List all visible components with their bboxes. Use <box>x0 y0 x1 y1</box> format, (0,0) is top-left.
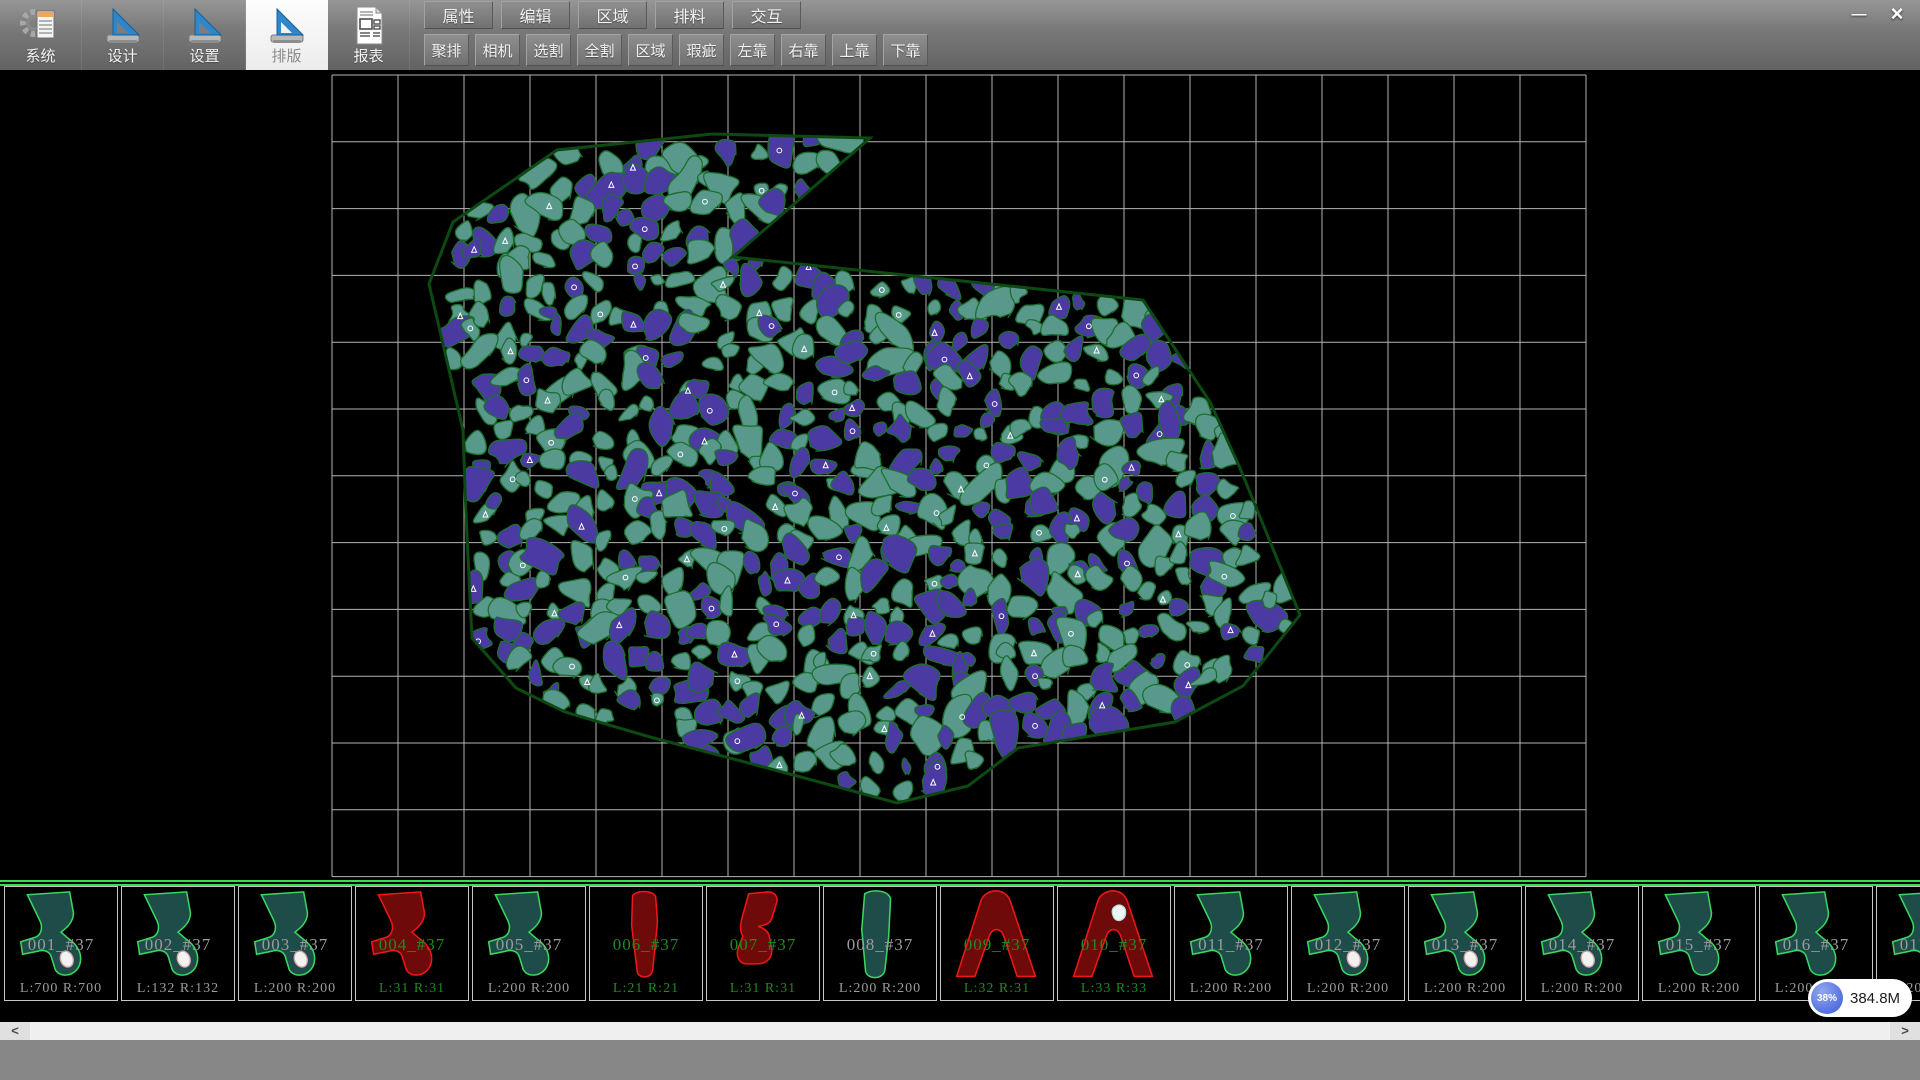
piece-id-label: 016_#37 <box>1760 935 1872 955</box>
close-button[interactable]: × <box>1878 2 1916 26</box>
report-icon <box>347 4 391 48</box>
piece-count-label: L:200 R:200 <box>1175 981 1287 997</box>
settings-icon <box>183 4 227 48</box>
menu-align-top-button[interactable]: 上靠 <box>832 34 877 66</box>
piece-thumbnail[interactable]: 013_#37 L:200 R:200 <box>1408 886 1522 1001</box>
minimize-button[interactable]: — <box>1840 2 1878 26</box>
piece-id-label: 008_#37 <box>824 935 936 955</box>
piece-thumbnail[interactable]: 011_#37 L:200 R:200 <box>1174 886 1288 1001</box>
piece-count-label: L:31 R:31 <box>707 981 819 997</box>
tab-label: 排版 <box>271 48 301 66</box>
memory-label: 384.8M <box>1850 990 1900 1007</box>
piece-count-label: L:200 R:200 <box>1409 981 1521 997</box>
tab-settings[interactable]: 设置 <box>164 0 246 70</box>
menu-region-button[interactable]: 区域 <box>628 34 673 66</box>
piece-count-label: L:132 R:132 <box>122 981 234 997</box>
menu-row-primary: 属性编辑区域排料交互 <box>424 1 934 29</box>
piece-id-label: 011_#37 <box>1175 935 1287 955</box>
thumbnail-row: 001_#37L:700 R:700002_#37L:132 R:132003_… <box>4 886 1920 1003</box>
menu-select-cut-button[interactable]: 选割 <box>526 34 571 66</box>
piece-thumbnail[interactable]: 014_#37 L:200 R:200 <box>1525 886 1639 1001</box>
piece-id-label: 010_#37 <box>1058 935 1170 955</box>
tab-design[interactable]: 设计 <box>82 0 164 70</box>
piece-count-label: L:200 R:200 <box>824 981 936 997</box>
piece-thumbnail[interactable]: 012_#37 L:200 R:200 <box>1291 886 1405 1001</box>
menu-row-tools: 聚排相机选割全割区域瑕疵左靠右靠上靠下靠 <box>424 34 934 66</box>
piece-thumbnail[interactable]: 003_#37 L:200 R:200 <box>238 886 352 1001</box>
piece-thumbnail[interactable]: 007_#37 L:31 R:31 <box>706 886 820 1001</box>
tab-label: 设置 <box>189 48 219 66</box>
piece-id-label: 017_#37 <box>1877 935 1920 955</box>
status-badge: 38% 384.8M <box>1808 979 1912 1017</box>
piece-count-label: L:32 R:31 <box>941 981 1053 997</box>
piece-thumbnail[interactable]: 002_#37 L:132 R:132 <box>121 886 235 1001</box>
menu-align-left-button[interactable]: 左靠 <box>730 34 775 66</box>
tab-label: 设计 <box>107 48 137 66</box>
menu-defect-button[interactable]: 瑕疵 <box>679 34 724 66</box>
piece-count-label: L:700 R:700 <box>5 981 117 997</box>
piece-count-label: L:200 R:200 <box>1643 981 1755 997</box>
piece-id-label: 012_#37 <box>1292 935 1404 955</box>
piece-thumbnail[interactable]: 015_#37 L:200 R:200 <box>1642 886 1756 1001</box>
menu-area: 属性编辑区域排料交互 聚排相机选割全割区域瑕疵左靠右靠上靠下靠 <box>424 0 934 66</box>
menu-align-bottom-button[interactable]: 下靠 <box>883 34 928 66</box>
design-icon <box>101 4 145 48</box>
window-bottom-bar <box>0 1040 1920 1080</box>
horizontal-scrollbar[interactable]: < > <box>0 1022 1920 1040</box>
menu-interact-button[interactable]: 交互 <box>732 1 801 29</box>
piece-thumbnail[interactable]: 005_#37 L:200 R:200 <box>472 886 586 1001</box>
piece-id-label: 007_#37 <box>707 935 819 955</box>
toolbar: 系统设计设置排版报表 属性编辑区域排料交互 聚排相机选割全割区域瑕疵左靠右靠上靠… <box>0 0 1920 70</box>
piece-id-label: 001_#37 <box>5 935 117 955</box>
scroll-left-button[interactable]: < <box>0 1022 30 1040</box>
nesting-canvas[interactable] <box>0 70 1920 880</box>
nesting-icon <box>265 4 309 48</box>
menu-edit-button[interactable]: 编辑 <box>501 1 570 29</box>
menu-camera-button[interactable]: 相机 <box>475 34 520 66</box>
piece-thumbnail[interactable]: 006_#37 L:21 R:21 <box>589 886 703 1001</box>
piece-id-label: 015_#37 <box>1643 935 1755 955</box>
piece-id-label: 004_#37 <box>356 935 468 955</box>
piece-id-label: 013_#37 <box>1409 935 1521 955</box>
piece-count-label: L:31 R:31 <box>356 981 468 997</box>
progress-circle: 38% <box>1811 982 1843 1014</box>
tab-label: 报表 <box>353 48 383 66</box>
menu-properties-button[interactable]: 属性 <box>424 1 493 29</box>
tab-report[interactable]: 报表 <box>328 0 410 70</box>
tab-label: 系统 <box>25 48 55 66</box>
menu-nest-button[interactable]: 排料 <box>655 1 724 29</box>
piece-id-label: 002_#37 <box>122 935 234 955</box>
piece-count-label: L:33 R:33 <box>1058 981 1170 997</box>
piece-thumbnail[interactable]: 010_#37 L:33 R:33 <box>1057 886 1171 1001</box>
scrollbar-track[interactable] <box>30 1022 1890 1040</box>
piece-thumbnail[interactable]: 004_#37 L:31 R:31 <box>355 886 469 1001</box>
window-controls: — × <box>1840 2 1916 26</box>
menu-align-right-button[interactable]: 右靠 <box>781 34 826 66</box>
piece-id-label: 003_#37 <box>239 935 351 955</box>
piece-thumbnail[interactable]: 001_#37 L:700 R:700 <box>4 886 118 1001</box>
piece-id-label: 014_#37 <box>1526 935 1638 955</box>
piece-id-label: 009_#37 <box>941 935 1053 955</box>
piece-thumbnail-strip: 001_#37L:700 R:700002_#37L:132 R:132003_… <box>0 880 1920 1022</box>
piece-thumbnail[interactable]: 008_#37 L:200 R:200 <box>823 886 937 1001</box>
piece-id-label: 006_#37 <box>590 935 702 955</box>
menu-cluster-nest-button[interactable]: 聚排 <box>424 34 469 66</box>
piece-count-label: L:200 R:200 <box>1292 981 1404 997</box>
system-icon <box>19 4 63 48</box>
tab-nesting[interactable]: 排版 <box>246 0 328 70</box>
scroll-right-button[interactable]: > <box>1890 1022 1920 1040</box>
application-window: 系统设计设置排版报表 属性编辑区域排料交互 聚排相机选割全割区域瑕疵左靠右靠上靠… <box>0 0 1920 1080</box>
nesting-layout-drawing[interactable] <box>0 70 1920 880</box>
menu-region-button[interactable]: 区域 <box>578 1 647 29</box>
tab-system[interactable]: 系统 <box>0 0 82 70</box>
piece-count-label: L:200 R:200 <box>239 981 351 997</box>
strip-separator-line <box>0 880 1920 882</box>
piece-count-label: L:200 R:200 <box>473 981 585 997</box>
piece-count-label: L:21 R:21 <box>590 981 702 997</box>
main-tab-bar: 系统 设计 设置 排版 报表 <box>0 0 410 70</box>
piece-count-label: L:200 R:200 <box>1526 981 1638 997</box>
piece-id-label: 005_#37 <box>473 935 585 955</box>
piece-thumbnail[interactable]: 009_#37 L:32 R:31 <box>940 886 1054 1001</box>
menu-cut-all-button[interactable]: 全割 <box>577 34 622 66</box>
